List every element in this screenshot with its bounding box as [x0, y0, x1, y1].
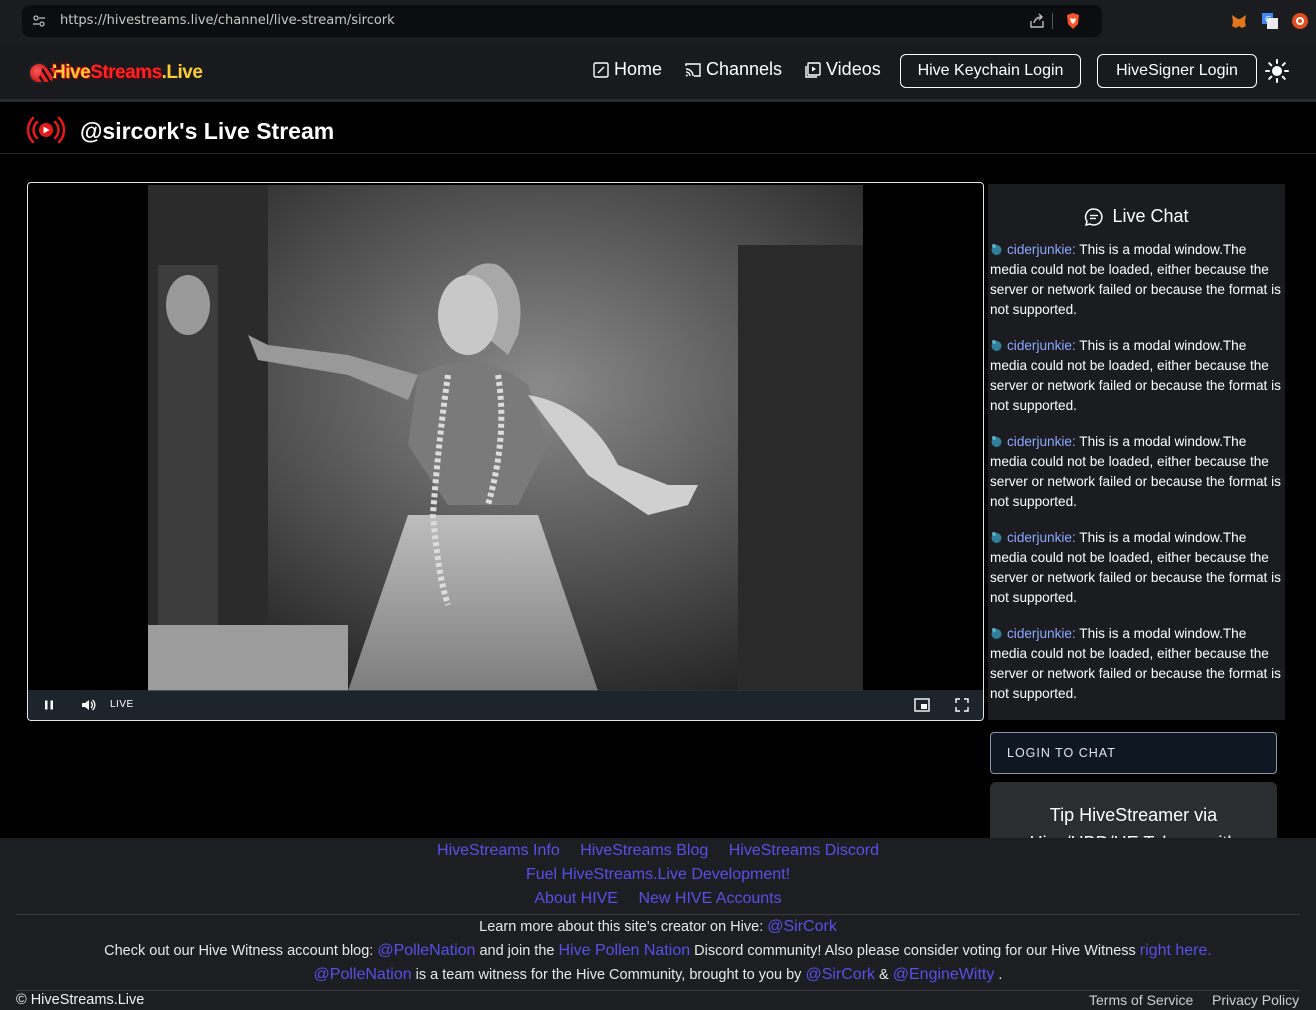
footer-links-row: Fuel HiveStreams.Live Development!	[0, 866, 1316, 884]
translate-icon[interactable]: G	[1261, 12, 1279, 30]
chat-title: Live Chat	[1112, 206, 1189, 226]
nav-channels-label: Channels	[706, 59, 783, 79]
video-player[interactable]: LIVE	[27, 182, 984, 721]
footer-links-row: About HIVE New HIVE Accounts	[0, 890, 1316, 908]
footer-link-blog[interactable]: HiveStreams Blog	[580, 842, 708, 859]
footer-team-line: @PolleNation is a team witness for the H…	[0, 966, 1316, 984]
user-avatar-icon	[991, 340, 1002, 351]
chat-message: ciderjunkie: This is a modal window.The …	[990, 528, 1284, 608]
url-separator	[1052, 13, 1053, 29]
enginewitty-link[interactable]: @EngineWitty	[893, 966, 995, 983]
chat-message: ciderjunkie: This is a modal window.The …	[990, 240, 1284, 320]
chat-username[interactable]: ciderjunkie:	[1007, 626, 1076, 641]
chat-message: ciderjunkie: This is a modal window.The …	[990, 336, 1284, 416]
url-text[interactable]: https://hivestreams.live/channel/live-st…	[60, 13, 395, 28]
sircork-link[interactable]: @SirCork	[767, 918, 837, 935]
extension-icon[interactable]	[1291, 12, 1309, 30]
footer-link-about-hive[interactable]: About HIVE	[534, 890, 618, 907]
chat-username[interactable]: ciderjunkie:	[1007, 242, 1076, 257]
chat-header: Live Chat	[988, 206, 1285, 227]
nav-home[interactable]: Home	[593, 59, 662, 80]
pause-icon[interactable]	[41, 697, 57, 713]
chat-username[interactable]: ciderjunkie:	[1007, 434, 1076, 449]
user-avatar-icon	[991, 244, 1002, 255]
copyright: © HiveStreams.Live	[16, 992, 145, 1008]
logo-live: .Live	[161, 62, 203, 83]
logo-hive: Hive	[52, 62, 91, 83]
chat-message-list: ciderjunkie: This is a modal window.The …	[990, 240, 1284, 720]
tip-panel: Tip HiveStreamer via Hive/HBD/HE Tokens …	[990, 782, 1277, 842]
site-header: HiveStreams.Live Home Channels Videos Hi…	[0, 42, 1316, 102]
cast-icon	[685, 62, 701, 77]
edit-square-icon	[593, 61, 609, 78]
amp-text: &	[875, 967, 893, 983]
footer-link-new-accounts[interactable]: New HIVE Accounts	[638, 890, 781, 907]
video-library-icon	[805, 61, 821, 78]
nav-channels[interactable]: Channels	[685, 59, 782, 80]
logo-streams: Streams	[90, 62, 162, 83]
video-frame[interactable]	[148, 185, 863, 691]
witness-mid-text: and join the	[475, 943, 559, 959]
footer-divider	[16, 990, 1300, 991]
team-pollenation-link[interactable]: @PolleNation	[314, 966, 412, 983]
footer-link-info[interactable]: HiveStreams Info	[437, 842, 560, 859]
browser-toolbar: https://hivestreams.live/channel/live-st…	[0, 0, 1316, 42]
page-title: @sircork's Live Stream	[80, 118, 335, 144]
witness-pre-text: Check out our Hive Witness account blog:	[104, 943, 378, 959]
footer-link-fuel[interactable]: Fuel HiveStreams.Live Development!	[526, 866, 790, 883]
terms-link[interactable]: Terms of Service	[1089, 992, 1193, 1008]
nav-home-label: Home	[614, 59, 663, 79]
brave-shield-icon[interactable]	[1064, 12, 1082, 30]
nav-videos-label: Videos	[826, 59, 881, 79]
site-logo[interactable]: HiveStreams.Live	[28, 56, 203, 90]
hivesigner-login-button[interactable]: HiveSigner Login	[1097, 54, 1257, 88]
metamask-icon[interactable]	[1230, 12, 1248, 30]
vote-link[interactable]: right here.	[1140, 942, 1212, 959]
live-label: LIVE	[110, 699, 134, 710]
team-sircork-link[interactable]: @SirCork	[805, 966, 875, 983]
footer-link-discord[interactable]: HiveStreams Discord	[729, 842, 879, 859]
chat-username[interactable]: ciderjunkie:	[1007, 530, 1076, 545]
address-bar[interactable]: https://hivestreams.live/channel/live-st…	[22, 5, 1102, 37]
sun-icon[interactable]	[1265, 59, 1289, 83]
logo-badge-icon	[28, 62, 57, 84]
tip-text: Tip HiveStreamer via Hive/HBD/HE Tokens …	[990, 801, 1277, 842]
user-avatar-icon	[991, 628, 1002, 639]
tip-line-1: Tip HiveStreamer via	[1049, 805, 1218, 825]
user-avatar-icon	[991, 532, 1002, 543]
footer-creator-line: Learn more about this site's creator on …	[0, 918, 1316, 936]
pollenation-link[interactable]: @PolleNation	[377, 942, 475, 959]
footer-links-row: HiveStreams Info HiveStreams Blog HiveSt…	[0, 842, 1316, 860]
creator-text: Learn more about this site's creator on …	[479, 919, 768, 935]
site-footer: HiveStreams Info HiveStreams Blog HiveSt…	[0, 838, 1316, 1010]
chat-message: ciderjunkie: This is a modal window.The …	[990, 624, 1284, 704]
player-control-bar: LIVE	[28, 690, 983, 720]
chat-username[interactable]: ciderjunkie:	[1007, 338, 1076, 353]
footer-divider	[16, 914, 1300, 915]
share-icon[interactable]	[1028, 12, 1046, 30]
svg-text:G: G	[1265, 15, 1271, 24]
login-to-chat-button[interactable]: LOGIN TO CHAT	[990, 732, 1277, 774]
footer-witness-line: Check out our Hive Witness account blog:…	[0, 942, 1316, 960]
chat-message: ciderjunkie: This is a modal window.The …	[990, 432, 1284, 512]
page-title-row: @sircork's Live Stream	[0, 104, 1316, 154]
witness-post-text: Discord community! Also please consider …	[690, 943, 1140, 959]
fullscreen-icon[interactable]	[954, 697, 970, 713]
privacy-link[interactable]: Privacy Policy	[1212, 992, 1299, 1008]
period-text: .	[994, 967, 1003, 983]
live-chat-panel: Live Chat ciderjunkie: This is a modal w…	[988, 184, 1285, 720]
hive-keychain-login-button[interactable]: Hive Keychain Login	[900, 54, 1081, 88]
team-text: is a team witness for the Hive Community…	[411, 967, 806, 983]
site-info-icon[interactable]	[32, 14, 46, 28]
picture-in-picture-icon[interactable]	[914, 697, 930, 713]
pollen-nation-discord-link[interactable]: Hive Pollen Nation	[558, 942, 690, 959]
volume-icon[interactable]	[80, 697, 96, 713]
chat-bubble-icon	[1085, 207, 1104, 226]
nav-videos[interactable]: Videos	[805, 59, 881, 80]
live-broadcast-icon	[26, 116, 66, 144]
user-avatar-icon	[991, 436, 1002, 447]
